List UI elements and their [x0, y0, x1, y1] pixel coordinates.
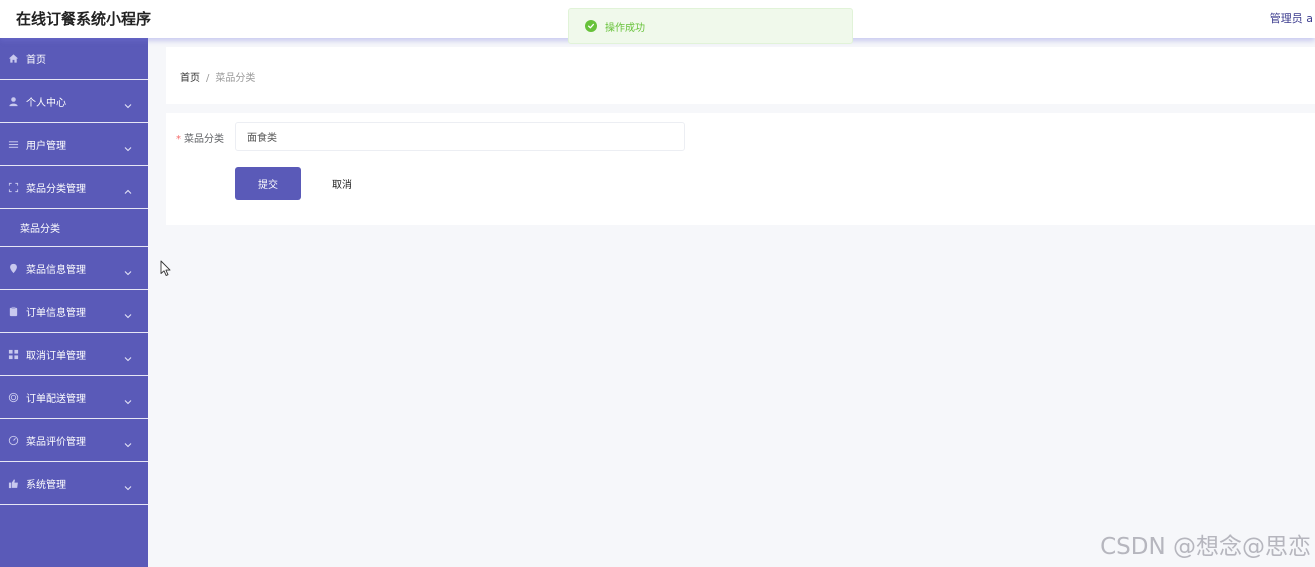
location-icon [8, 263, 19, 274]
chevron-down-icon [123, 139, 133, 152]
sidebar-item-label: 订单配送管理 [26, 393, 86, 405]
breadcrumb-separator: / [206, 73, 210, 84]
sidebar: 首页 个人中心 用户管理 菜品分类管理 菜品分类 菜品信息管理 订单信息管理 取… [0, 38, 148, 567]
chevron-down-icon [123, 263, 133, 276]
chevron-down-icon [123, 478, 133, 491]
toast-message: 操作成功 [605, 22, 645, 34]
sidebar-subitem-dish-category[interactable]: 菜品分类 [0, 209, 148, 247]
sidebar-subitem-label: 菜品分类 [20, 224, 60, 235]
sidebar-item-label: 个人中心 [26, 97, 66, 109]
breadcrumb-card: 首页 / 菜品分类 [166, 47, 1315, 104]
chevron-down-icon [123, 435, 133, 448]
chevron-down-icon [123, 306, 133, 319]
sidebar-item-order-delivery-management[interactable]: 订单配送管理 [0, 376, 148, 419]
user-menu[interactable]: 管理员 a [1270, 10, 1313, 26]
sidebar-item-dish-info-management[interactable]: 菜品信息管理 [0, 247, 148, 290]
app-title: 在线订餐系统小程序 [16, 10, 152, 28]
breadcrumb-current: 菜品分类 [215, 73, 256, 84]
category-field-label-text: 菜品分类 [184, 134, 224, 145]
sidebar-item-label: 订单信息管理 [26, 307, 86, 319]
chevron-down-icon [123, 392, 133, 405]
sidebar-item-dish-review-management[interactable]: 菜品评价管理 [0, 419, 148, 462]
submit-button[interactable]: 提交 [235, 167, 301, 200]
clipboard-icon [8, 306, 19, 317]
page: 在线订餐系统小程序 管理员 a 操作成功 首页 个人中心 用户管理 菜品分类管理… [0, 0, 1315, 567]
sidebar-item-cancel-order-management[interactable]: 取消订单管理 [0, 333, 148, 376]
sidebar-item-order-info-management[interactable]: 订单信息管理 [0, 290, 148, 333]
sidebar-item-label: 用户管理 [26, 140, 66, 152]
success-toast: 操作成功 [568, 8, 853, 44]
chevron-down-icon [123, 349, 133, 362]
sidebar-item-label: 菜品信息管理 [26, 264, 86, 276]
sidebar-item-label: 首页 [26, 55, 46, 66]
mouse-cursor-icon [160, 260, 171, 276]
sidebar-item-label: 菜品分类管理 [26, 183, 86, 195]
required-mark: * [176, 134, 181, 145]
category-input[interactable] [235, 122, 685, 151]
gauge-icon [8, 435, 19, 446]
chevron-down-icon [123, 96, 133, 109]
sidebar-item-label: 取消订单管理 [26, 350, 86, 362]
home-icon [8, 53, 19, 64]
thumb-icon [8, 478, 19, 489]
cancel-button[interactable]: 取消 [311, 167, 373, 200]
frame-icon [8, 182, 19, 193]
form-card: *菜品分类 提交 取消 [166, 113, 1315, 225]
breadcrumb: 首页 / 菜品分类 [180, 69, 255, 84]
sidebar-item-home[interactable]: 首页 [0, 38, 148, 80]
user-icon [8, 96, 19, 107]
check-circle-icon [585, 20, 597, 32]
sidebar-item-personal-center[interactable]: 个人中心 [0, 80, 148, 123]
category-field-label: * 菜品分类 [176, 130, 224, 145]
sidebar-item-label: 菜品评价管理 [26, 436, 86, 448]
sidebar-item-dish-category-management[interactable]: 菜品分类管理 [0, 166, 148, 209]
sidebar-item-user-management[interactable]: 用户管理 [0, 123, 148, 166]
watermark: CSDN @想念@思恋 [1100, 534, 1311, 560]
grid-icon [8, 349, 19, 360]
chevron-up-icon [123, 182, 133, 194]
sidebar-item-label: 系统管理 [26, 479, 66, 491]
breadcrumb-home-link[interactable]: 首页 [180, 73, 200, 84]
list-icon [8, 139, 19, 150]
sidebar-item-system-management[interactable]: 系统管理 [0, 462, 148, 505]
circle-icon [8, 392, 19, 403]
